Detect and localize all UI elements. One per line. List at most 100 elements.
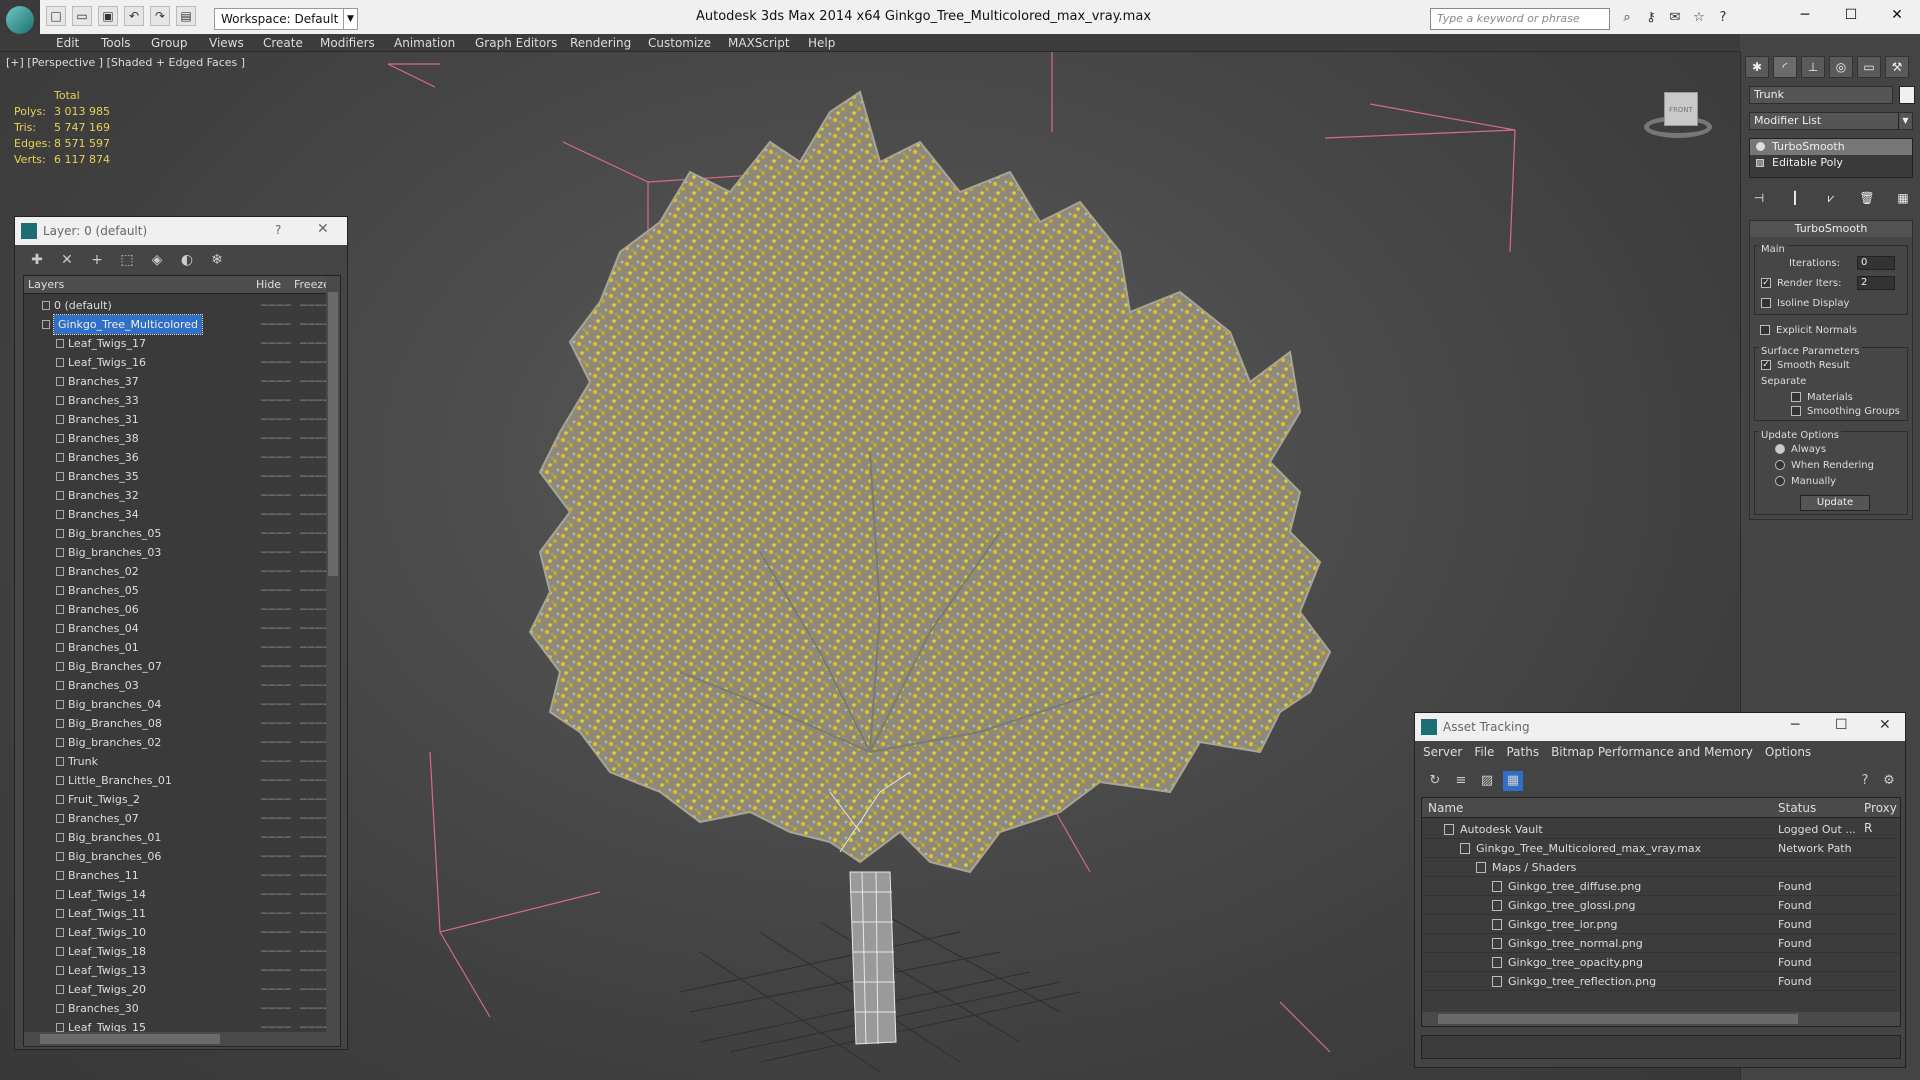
layer-row[interactable]: Big_branches_06 ──── ──── (24, 847, 330, 866)
hide-toggle[interactable]: ──── (261, 676, 292, 695)
list-view-icon[interactable]: ≡ (1451, 771, 1471, 791)
asset-row[interactable]: Ginkgo_tree_diffuse.png Found (1422, 877, 1900, 896)
layer-row[interactable]: Big_branches_01 ──── ──── (24, 828, 330, 847)
add-to-layer-icon[interactable]: + (85, 249, 109, 271)
layer-row[interactable]: Leaf_Twigs_14 ──── ──── (24, 885, 330, 904)
table-view-icon[interactable]: ▦ (1503, 771, 1523, 791)
isoline-checkbox[interactable] (1761, 298, 1771, 308)
key-icon[interactable]: ⚷ (1642, 9, 1660, 27)
workspace-dropdown[interactable]: Workspace: Default ▼ (214, 8, 358, 30)
scrollbar-thumb[interactable] (40, 1034, 220, 1044)
menu-modifiers[interactable]: Modifiers (320, 36, 375, 50)
hide-toggle[interactable]: ──── (261, 353, 292, 372)
remove-modifier-icon[interactable]: 🗑 (1857, 188, 1877, 208)
layer-vertical-scrollbar[interactable] (326, 276, 340, 1034)
hide-toggle[interactable]: ──── (261, 581, 292, 600)
hide-toggle[interactable]: ──── (261, 638, 292, 657)
layer-row[interactable]: Branches_37 ──── ──── (24, 372, 330, 391)
layer-row[interactable]: Branches_35 ──── ──── (24, 467, 330, 486)
layer-row[interactable]: Leaf_Twigs_10 ──── ──── (24, 923, 330, 942)
hide-toggle[interactable]: ──── (261, 771, 292, 790)
delete-layer-icon[interactable]: ✕ (55, 249, 79, 271)
scrollbar-thumb[interactable] (1438, 1014, 1798, 1024)
hide-toggle[interactable]: ──── (261, 600, 292, 619)
asset-menu-bitmap-performance[interactable]: Bitmap Performance and Memory (1551, 745, 1753, 763)
layers-column-header[interactable]: Layers (28, 276, 64, 294)
save-icon[interactable]: ▣ (98, 6, 118, 26)
layer-row[interactable]: Fruit_Twigs_2 ──── ──── (24, 790, 330, 809)
layer-row[interactable]: Little_Branches_01 ──── ──── (24, 771, 330, 790)
iterations-spinner[interactable]: 0 (1857, 256, 1895, 270)
configure-sets-icon[interactable]: ▦ (1893, 188, 1913, 208)
asset-horizontal-scrollbar[interactable] (1422, 1012, 1900, 1026)
layer-row[interactable]: Big_Branches_07 ──── ──── (24, 657, 330, 676)
modifier-list-dropdown[interactable]: Modifier List ▼ (1749, 112, 1913, 130)
smooth-result-checkbox[interactable]: ✓ (1761, 360, 1771, 370)
create-tab-icon[interactable]: ✱ (1745, 56, 1769, 78)
layer-row[interactable]: Big_branches_04 ──── ──── (24, 695, 330, 714)
communication-icon[interactable]: ✉ (1666, 9, 1684, 27)
close-icon[interactable]: ✕ (1874, 0, 1920, 30)
maximize-icon[interactable]: ☐ (1828, 0, 1874, 30)
stack-item-editable-poly[interactable]: Editable Poly (1750, 155, 1912, 171)
redo-icon[interactable]: ↷ (150, 6, 170, 26)
hide-toggle[interactable]: ──── (261, 429, 292, 448)
hide-toggle[interactable]: ──── (261, 296, 292, 315)
layer-row[interactable]: Branches_06 ──── ──── (24, 600, 330, 619)
layer-row[interactable]: Big_branches_05 ──── ──── (24, 524, 330, 543)
layer-row[interactable]: Ginkgo_Tree_Multicolored ──── ──── (24, 314, 330, 335)
viewport-label-menu[interactable]: [+] [Perspective ] [Shaded + Edged Faces… (6, 56, 245, 69)
motion-tab-icon[interactable]: ◎ (1829, 56, 1853, 78)
minimize-icon[interactable]: ─ (1782, 0, 1828, 30)
hide-toggle[interactable]: ──── (261, 562, 292, 581)
hide-toggle[interactable]: ──── (261, 828, 292, 847)
layer-row[interactable]: Branches_02 ──── ──── (24, 562, 330, 581)
layer-row[interactable]: Branches_38 ──── ──── (24, 429, 330, 448)
hide-column-header[interactable]: Hide (256, 276, 281, 294)
layer-row[interactable]: Trunk ──── ──── (24, 752, 330, 771)
hide-toggle[interactable]: ──── (261, 790, 292, 809)
asset-row[interactable]: Maps / Shaders (1422, 858, 1900, 877)
layer-horizontal-scrollbar[interactable] (24, 1032, 340, 1046)
show-end-result-icon[interactable]: ┃ (1785, 188, 1805, 208)
layer-row[interactable]: Leaf_Twigs_17 ──── ──── (24, 334, 330, 353)
menu-help[interactable]: Help (808, 36, 835, 50)
menu-tools[interactable]: Tools (101, 36, 131, 50)
hide-toggle[interactable]: ──── (261, 961, 292, 980)
layer-row[interactable]: Branches_31 ──── ──── (24, 410, 330, 429)
object-color-swatch[interactable] (1899, 86, 1915, 104)
expand-plus-icon[interactable] (1756, 159, 1764, 167)
viewcube[interactable]: FRONT (1640, 86, 1716, 146)
close-icon[interactable]: ✕ (1879, 717, 1891, 733)
open-file-icon[interactable]: ▭ (72, 6, 92, 26)
menu-maxscript[interactable]: MAXScript (728, 36, 790, 50)
layer-row[interactable]: Leaf_Twigs_16 ──── ──── (24, 353, 330, 372)
layer-row[interactable]: Branches_04 ──── ──── (24, 619, 330, 638)
hide-toggle[interactable]: ──── (261, 714, 292, 733)
freeze-column-header[interactable]: Freeze (294, 276, 330, 294)
minimize-icon[interactable]: ─ (1791, 717, 1799, 733)
freeze-all-icon[interactable]: ❄ (205, 249, 229, 271)
utilities-tab-icon[interactable]: ⚒ (1885, 56, 1909, 78)
refresh-icon[interactable]: ↻ (1425, 771, 1445, 791)
asset-row[interactable]: Ginkgo_tree_opacity.png Found (1422, 953, 1900, 972)
hide-toggle[interactable]: ──── (261, 904, 292, 923)
asset-menu-options[interactable]: Options (1765, 745, 1811, 763)
layer-row[interactable]: Branches_03 ──── ──── (24, 676, 330, 695)
menu-edit[interactable]: Edit (56, 36, 79, 50)
always-radio[interactable] (1775, 444, 1785, 454)
search-input[interactable]: Type a keyword or phrase (1430, 8, 1610, 30)
render-iters-spinner[interactable]: 2 (1857, 276, 1895, 290)
layer-row[interactable]: Branches_30 ──── ──── (24, 999, 330, 1018)
select-objects-icon[interactable]: ⬚ (115, 249, 139, 271)
hide-toggle[interactable]: ──── (261, 752, 292, 771)
name-column-header[interactable]: Name (1428, 798, 1463, 818)
hide-toggle[interactable]: ──── (261, 847, 292, 866)
menu-customize[interactable]: Customize (648, 36, 711, 50)
explicit-normals-checkbox[interactable] (1760, 325, 1770, 335)
hide-toggle[interactable]: ──── (261, 980, 292, 999)
undo-icon[interactable]: ↶ (124, 6, 144, 26)
layer-row[interactable]: Branches_34 ──── ──── (24, 505, 330, 524)
maximize-icon[interactable]: ☐ (1835, 717, 1848, 733)
render-iters-checkbox[interactable]: ✓ (1761, 278, 1771, 288)
